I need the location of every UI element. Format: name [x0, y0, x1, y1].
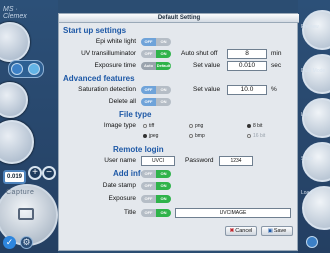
- zoom-dial[interactable]: [0, 120, 34, 164]
- exposure-label: Exposure time: [94, 62, 136, 69]
- saturation-set-label: Set value: [193, 86, 221, 93]
- radio-png[interactable]: png: [189, 123, 203, 129]
- remote-heading: Remote login: [113, 145, 164, 154]
- saturation-label: Saturation detection: [78, 86, 136, 93]
- username-label: User name: [104, 157, 136, 164]
- zoom-plus-button[interactable]: +: [28, 166, 42, 180]
- saturation-set-unit: %: [271, 86, 277, 93]
- save-icon: ▣: [267, 228, 273, 234]
- epi-toggle[interactable]: OFF ON: [141, 38, 171, 46]
- dual-mode-dial[interactable]: [302, 54, 330, 94]
- saturation-set-input[interactable]: 10.0: [227, 85, 267, 95]
- right-corner-button[interactable]: [306, 236, 318, 248]
- addinfo-toggle[interactable]: OFF ON: [141, 170, 171, 178]
- cancel-button[interactable]: ✖Cancel: [225, 226, 257, 236]
- username-input[interactable]: UVCI: [141, 156, 175, 166]
- gear-button[interactable]: ⚙: [20, 236, 33, 249]
- check-button[interactable]: ✓: [3, 236, 16, 249]
- save-button[interactable]: ▣Save: [261, 226, 293, 236]
- right-control-panel: Preview Dual Mode Live Snap Load: [298, 0, 330, 253]
- cancel-icon: ✖: [229, 228, 235, 234]
- auto-shut-unit: min: [271, 50, 282, 57]
- live-dial[interactable]: [302, 98, 330, 138]
- startup-heading: Start up settings: [63, 26, 127, 35]
- uv-label: UV transilluminator: [81, 50, 136, 57]
- zoom-value-box: 0.019: [3, 170, 26, 184]
- epi-label: Epi white light: [95, 38, 136, 45]
- password-input[interactable]: 1234: [219, 156, 253, 166]
- radio-jpeg[interactable]: jpeg: [143, 133, 158, 139]
- preview-dial[interactable]: [302, 10, 330, 50]
- radio-bmp[interactable]: bmp: [189, 133, 205, 139]
- dual-mode-label: Dual Mode: [301, 68, 326, 74]
- radio-16bit: 16 bit: [247, 133, 265, 139]
- dialog-title: Default Setting: [59, 14, 299, 23]
- advanced-heading: Advanced features: [63, 74, 135, 83]
- load-label: Load: [301, 190, 313, 196]
- snap-dial[interactable]: [302, 142, 330, 182]
- snap-label: Snap: [301, 156, 313, 162]
- title-input[interactable]: UVCIMAGE: [175, 208, 291, 218]
- delete-all-toggle[interactable]: OFF ON: [141, 98, 171, 106]
- exposure-info-toggle[interactable]: OFF ON: [141, 195, 171, 203]
- capture-label: Capture: [6, 189, 35, 196]
- datestamp-toggle[interactable]: OFF ON: [141, 182, 171, 190]
- exposure-set-label: Set value: [193, 62, 221, 69]
- mode-button-left[interactable]: [11, 63, 23, 75]
- exposure-set-unit: sec: [271, 62, 282, 69]
- left-control-panel: MS · Clemex 0.019 + − Capture ✓ ⚙: [0, 0, 58, 253]
- uv-toggle[interactable]: OFF ON: [141, 50, 171, 58]
- control-dial[interactable]: [0, 22, 30, 62]
- delete-all-label: Delete all: [108, 98, 136, 105]
- mode-button-right[interactable]: [28, 63, 40, 75]
- live-label: Live: [301, 112, 311, 118]
- title-toggle[interactable]: OFF ON: [141, 209, 171, 217]
- password-label: Password: [185, 157, 214, 164]
- radio-8bit[interactable]: 8 bit: [247, 123, 262, 129]
- auto-shut-label: Auto shut off: [181, 50, 218, 57]
- brand-logo: MS · Clemex: [3, 6, 27, 20]
- exposure-info-label: Exposure: [108, 195, 136, 202]
- title-label: Title: [123, 209, 136, 216]
- auto-shut-input[interactable]: 8: [227, 49, 267, 59]
- default-setting-dialog: Default Setting Start up settings Epi wh…: [58, 13, 299, 251]
- auto-dial[interactable]: [0, 82, 28, 118]
- zoom-minus-button[interactable]: −: [42, 166, 56, 180]
- exposure-toggle[interactable]: Auto Default: [141, 62, 171, 70]
- radio-tiff[interactable]: tiff: [143, 123, 154, 129]
- filetype-heading: File type: [119, 110, 152, 119]
- datestamp-label: Date stamp: [102, 182, 136, 189]
- image-type-label: Image type: [103, 122, 136, 129]
- preview-label: Preview: [301, 24, 319, 30]
- exposure-set-input[interactable]: 0.010: [227, 61, 267, 71]
- saturation-toggle[interactable]: OFF ON: [141, 86, 171, 94]
- camera-icon: [18, 208, 34, 220]
